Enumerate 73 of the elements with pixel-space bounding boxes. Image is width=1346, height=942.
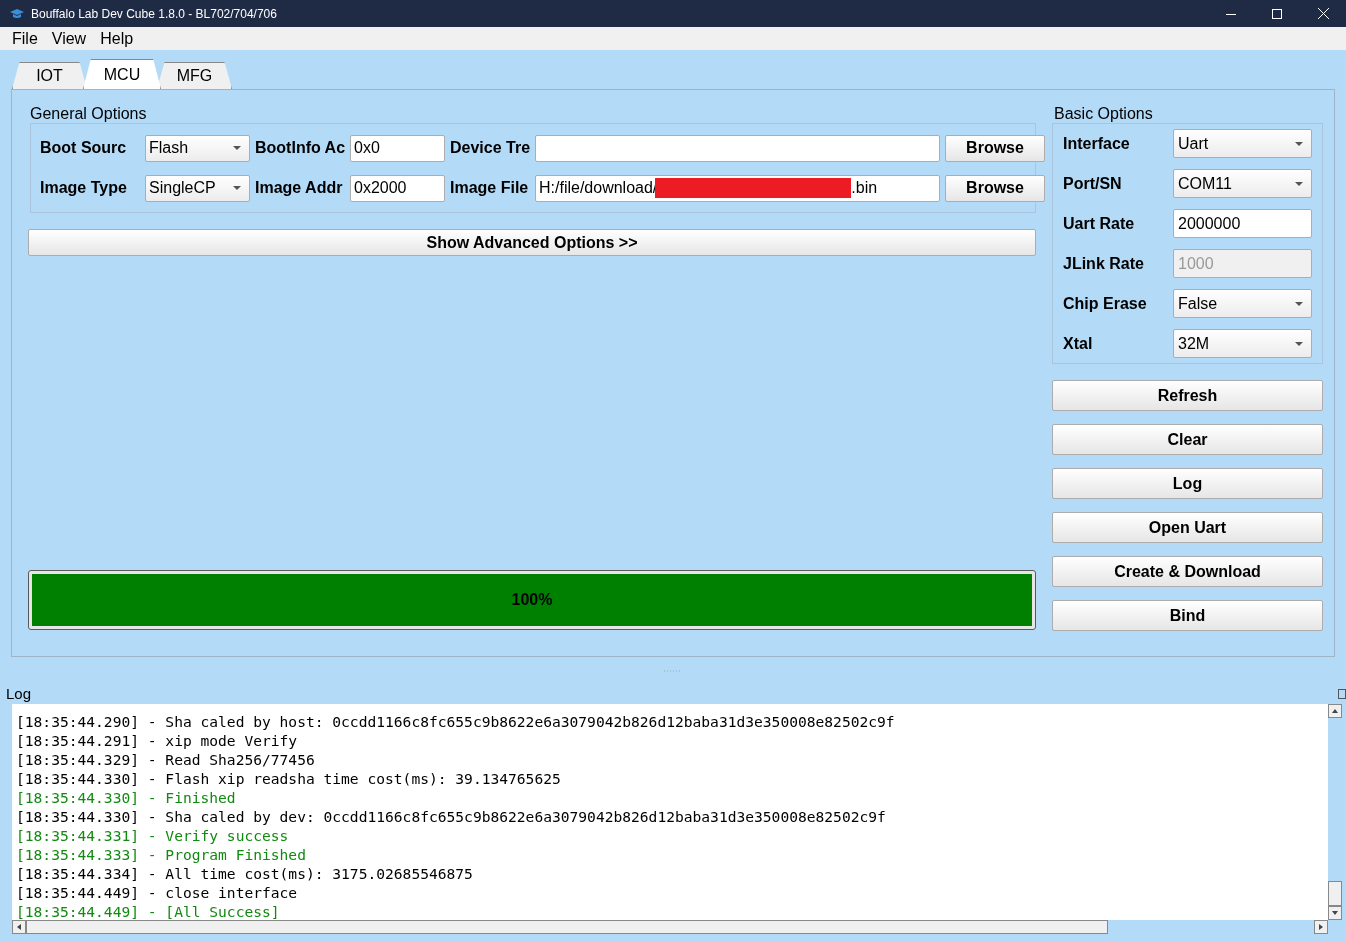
caret-icon (1295, 141, 1303, 146)
group-title: General Options (29, 104, 148, 123)
input-field[interactable] (535, 134, 940, 162)
field-label: Image Type (40, 178, 128, 198)
log-line: [18:35:44.449] - [All Success] (16, 902, 281, 920)
log-line: [18:35:44.334] - All time cost(ms): 3175.02685546875 (16, 864, 474, 883)
log-line: [18:35:44.329] - Read Sha256/77456 (16, 750, 316, 769)
log-line: [18:35:44.331] - Verify success (16, 826, 290, 845)
field-label: Image File (450, 178, 530, 198)
scroll-right-icon[interactable] (1319, 924, 1323, 930)
maximize-icon (1272, 8, 1282, 19)
log-line: [18:35:44.330] - Flash xip readsha time cost(ms): 39.134765625 (16, 769, 562, 788)
log-line: [18:35:44.290] - Sha caled by host: 0ccdd1166c8fc655c9b8622e6a3079042b826d12baba31d3e350008e82502c9f (16, 712, 896, 731)
group-title: Basic Options (1053, 104, 1154, 123)
dropdown[interactable]: SingleCP (145, 174, 250, 202)
action-button[interactable]: Log (1052, 468, 1323, 499)
action-button[interactable]: Open Uart (1052, 512, 1323, 543)
field-label: Xtal (1063, 333, 1094, 354)
caret-icon (233, 146, 241, 150)
caret-icon (1295, 301, 1303, 306)
log-line: [18:35:44.330] - Finished (16, 788, 237, 807)
action-button[interactable]: Create & Download (1052, 556, 1323, 587)
menu-item[interactable]: Help (100, 26, 134, 51)
tab[interactable]: MFG (157, 62, 232, 89)
action-button[interactable]: Refresh (1052, 380, 1323, 411)
scroll-up-icon[interactable] (1332, 709, 1338, 713)
caret-icon (233, 186, 241, 190)
tab[interactable]: MCU (83, 59, 161, 89)
undock-icon[interactable] (1338, 689, 1346, 699)
log-line: [18:35:44.333] - Program Finished (16, 845, 307, 864)
log-title: Log (6, 683, 32, 704)
field-label: Image Addr (255, 178, 344, 198)
input-field[interactable]: 0x0 (350, 134, 445, 162)
dropdown[interactable]: Uart (1173, 129, 1312, 158)
tab[interactable]: IOT (12, 62, 87, 89)
browse-button[interactable]: Browse (945, 174, 1045, 202)
progress-text: 100% (510, 590, 554, 610)
menu-item[interactable]: File (12, 26, 38, 51)
input-field[interactable]: H:/file/download/ .bin (535, 174, 940, 202)
dropdown[interactable]: Flash (145, 134, 250, 162)
splitter-handle-icon[interactable] (664, 669, 682, 672)
scroll-left-icon[interactable] (17, 924, 21, 930)
dropdown[interactable]: COM11 (1173, 169, 1312, 198)
browse-button[interactable]: Browse (945, 134, 1045, 162)
log-line: [18:35:44.330] - Sha caled by dev: 0ccdd1166c8fc655c9b8622e6a3079042b826d12baba31d3e350008e82502c9f (16, 807, 887, 826)
log-line: [18:35:44.291] - xip mode Verify (16, 731, 299, 750)
caret-icon (1295, 341, 1303, 346)
field-label: Port/SN (1063, 173, 1123, 194)
input-field[interactable]: 2000000 (1173, 209, 1312, 238)
vertical-scrollbar[interactable] (1328, 704, 1342, 920)
caret-icon (1295, 181, 1303, 186)
scroll-down-icon[interactable] (1332, 911, 1338, 915)
close-icon (1317, 8, 1329, 19)
scrollbar-thumb[interactable] (26, 920, 1108, 934)
field-label: BootInfo Ac (255, 138, 345, 158)
menu-item[interactable]: View (51, 26, 87, 51)
field-label: Chip Erase (1063, 293, 1148, 314)
app-logo-icon (10, 8, 24, 19)
field-label: Device Tre (450, 138, 530, 158)
horizontal-scrollbar[interactable] (12, 920, 1328, 934)
field-label: Interface (1063, 133, 1131, 154)
action-button[interactable]: Bind (1052, 600, 1323, 631)
dropdown[interactable]: 32M (1173, 329, 1312, 358)
field-label: Uart Rate (1063, 213, 1136, 234)
input-field[interactable]: 0x2000 (350, 174, 445, 202)
scrollbar-thumb[interactable] (1328, 881, 1342, 906)
window-title: Bouffalo Lab Dev Cube 1.8.0 - BL702/704/706 (31, 5, 277, 23)
action-button[interactable]: Clear (1052, 424, 1323, 455)
field-label: Boot Sourc (40, 138, 128, 158)
advanced-options-button[interactable]: Show Advanced Options >> (28, 229, 1036, 256)
field-label: JLink Rate (1063, 253, 1145, 274)
dropdown[interactable]: False (1173, 289, 1312, 318)
log-line: [18:35:44.449] - close interface (16, 883, 299, 902)
